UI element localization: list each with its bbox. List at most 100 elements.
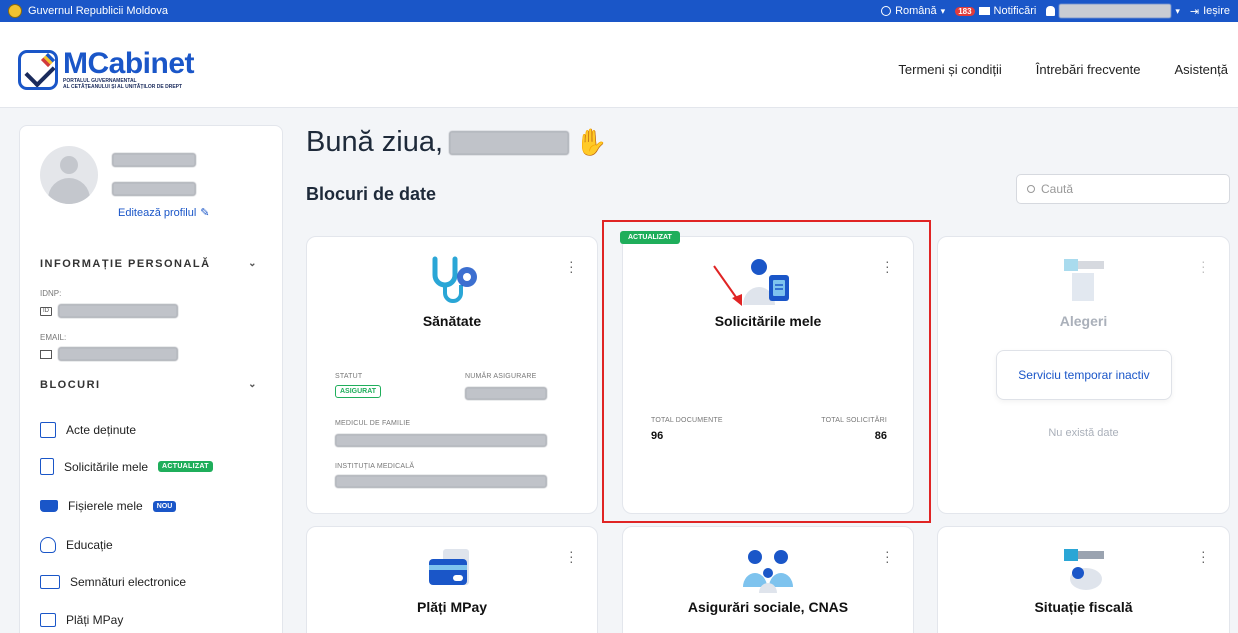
medical-institution-label: INSTITUȚIA MEDICALĂ	[335, 463, 415, 470]
greeting-text: Bună ziua,	[306, 126, 444, 158]
sidebar-item-educatie[interactable]: Educație	[40, 537, 113, 553]
personal-info-heading[interactable]: INFORMAȚIE PERSONALĂ ⌄	[40, 258, 258, 270]
notifications-button[interactable]: 183 Notificări	[955, 5, 1036, 17]
card-title: Asigurări sociale, CNAS	[687, 599, 849, 615]
idnp-row: ID	[40, 304, 178, 318]
envelope-icon	[40, 349, 52, 359]
user-name-redacted	[112, 153, 196, 167]
waving-hand-icon: ✋	[575, 127, 608, 157]
card-title: Plăți MPay	[416, 599, 488, 615]
insurance-number-redacted	[465, 387, 547, 400]
gov-title[interactable]: Guvernul Republicii Moldova	[28, 5, 881, 17]
user-menu[interactable]: ▾	[1046, 4, 1180, 18]
more-options-icon[interactable]: · · ·	[569, 544, 574, 568]
family-doctor-redacted	[335, 434, 547, 447]
medical-institution-redacted	[335, 475, 547, 488]
exit-icon: ⇥	[1189, 5, 1200, 18]
sidebar-item-label: Acte deținute	[66, 423, 137, 437]
logo-text: MCabinet PORTALUL GUVERNAMENTAL AL CETĂȚ…	[63, 47, 195, 91]
insurance-number-label: NUMĂR ASIGURARE	[465, 373, 537, 380]
mail-icon	[978, 7, 990, 15]
blocks-heading[interactable]: BLOCURI ⌄	[40, 379, 258, 391]
avatar	[40, 146, 98, 204]
email-value-redacted	[58, 347, 178, 361]
greeting: Bună ziua, ✋	[306, 126, 607, 159]
tray-icon	[40, 500, 58, 512]
more-options-icon[interactable]: · · ·	[569, 254, 574, 278]
graduation-icon	[40, 537, 56, 553]
signature-icon	[40, 575, 60, 589]
ballot-box-icon	[1064, 259, 1104, 301]
logo-main: MCabinet	[63, 47, 195, 80]
nav-terms[interactable]: Termeni și condiții	[898, 62, 1001, 77]
stethoscope-icon	[432, 256, 477, 303]
sidebar-item-solicitari[interactable]: Solicitările mele ACTUALIZAT	[40, 458, 213, 475]
sidebar-item-fisiere[interactable]: Fișierele mele NOU	[40, 499, 177, 513]
globe-icon	[881, 6, 892, 16]
insured-badge: ASIGURAT	[335, 385, 382, 398]
sidebar-item-label: Plăți MPay	[66, 613, 124, 627]
more-options-icon[interactable]: · · ·	[1201, 544, 1206, 568]
greeting-name-redacted	[449, 130, 570, 155]
edit-profile-label: Editează profilul	[118, 206, 197, 219]
chevron-down-icon: ⌄	[248, 379, 258, 390]
sidebar-item-acte[interactable]: Acte deținute	[40, 422, 136, 438]
exit-label: Ieșire	[1203, 5, 1230, 17]
email-label: EMAIL:	[40, 333, 67, 342]
id-card-icon: ID	[40, 306, 52, 316]
red-arrow-icon	[713, 265, 742, 306]
blocks-title: Blocuri de date	[306, 184, 437, 204]
user-name-redacted	[1059, 4, 1172, 18]
statut-label: STATUT	[335, 373, 363, 380]
credit-card-icon	[429, 549, 469, 585]
more-options-icon[interactable]: · · ·	[885, 544, 890, 568]
sidebar-item-label: Solicitările mele	[64, 459, 149, 474]
gov-right: Română ▾ 183 Notificări ▾ ⇥ Ieșire	[881, 4, 1230, 18]
user-surname-redacted	[112, 182, 196, 196]
updated-badge: ACTUALIZAT	[158, 461, 213, 472]
notifications-label: Notificări	[993, 5, 1037, 17]
family-doctor-label: MEDICUL DE FAMILIE	[335, 420, 411, 427]
card-fiscal[interactable]: · · · Situație fiscală	[937, 526, 1230, 633]
sidebar-item-label: Educație	[66, 538, 113, 552]
nav-help[interactable]: Asistență	[1175, 62, 1228, 77]
sidebar-item-semnaturi[interactable]: Semnături electronice	[40, 575, 186, 589]
gov-bar: Guvernul Republicii Moldova Română ▾ 183…	[0, 0, 1238, 22]
sidebar-item-plati[interactable]: Plăți MPay	[40, 613, 123, 627]
new-badge: NOU	[152, 500, 177, 512]
no-data-label: Nu există date	[1048, 427, 1119, 439]
sidebar-item-label: Semnături electronice	[70, 575, 187, 589]
document-icon	[40, 458, 54, 475]
exit-button[interactable]: ⇥ Ieșire	[1190, 5, 1230, 18]
pencil-icon: ✎	[200, 207, 210, 219]
language-label: Română	[895, 5, 937, 17]
chevron-down-icon: ▾	[1175, 5, 1180, 16]
more-options-icon[interactable]: · · ·	[1201, 254, 1206, 278]
edit-profile-link[interactable]: Editează profilul ✎	[118, 206, 210, 220]
idnp-value-redacted	[58, 304, 178, 318]
logo-mark-icon	[18, 50, 58, 90]
payment-icon	[40, 613, 56, 627]
user-icon	[1046, 6, 1056, 16]
card-cnas[interactable]: · · · Asigurări sociale, CNAS	[622, 526, 914, 633]
top-nav: Termeni și condiții Întrebări frecvente …	[898, 62, 1228, 77]
blocks-label: BLOCURI	[40, 379, 101, 391]
sidebar-item-label: Fișierele mele	[68, 499, 143, 513]
card-plati[interactable]: · · · Plăți MPay	[306, 526, 598, 633]
id-card-icon	[40, 422, 56, 438]
mcabinet-logo[interactable]: MCabinet PORTALUL GUVERNAMENTAL AL CETĂȚ…	[18, 47, 195, 91]
language-selector[interactable]: Română ▾	[881, 5, 945, 17]
card-sanatate[interactable]: · · · Sănătate STATUT ASIGURAT NUMĂR ASIGU…	[306, 236, 598, 514]
email-row	[40, 347, 178, 361]
sidebar: Editează profilul ✎ INFORMAȚIE PERSONALĂ…	[19, 125, 283, 633]
nav-faq[interactable]: Întrebări frecvente	[1036, 62, 1141, 77]
header: MCabinet PORTALUL GUVERNAMENTAL AL CETĂȚ…	[0, 22, 1238, 108]
family-icon	[743, 550, 793, 593]
card-title: Situație fiscală	[1034, 599, 1133, 615]
idnp-label: IDNP:	[40, 289, 62, 298]
chevron-down-icon: ▾	[940, 5, 946, 16]
card-title: Sănătate	[422, 313, 482, 329]
card-title: Alegeri	[1059, 313, 1108, 329]
search-input[interactable]: Caută	[1016, 174, 1230, 204]
highlight-box	[602, 220, 931, 523]
